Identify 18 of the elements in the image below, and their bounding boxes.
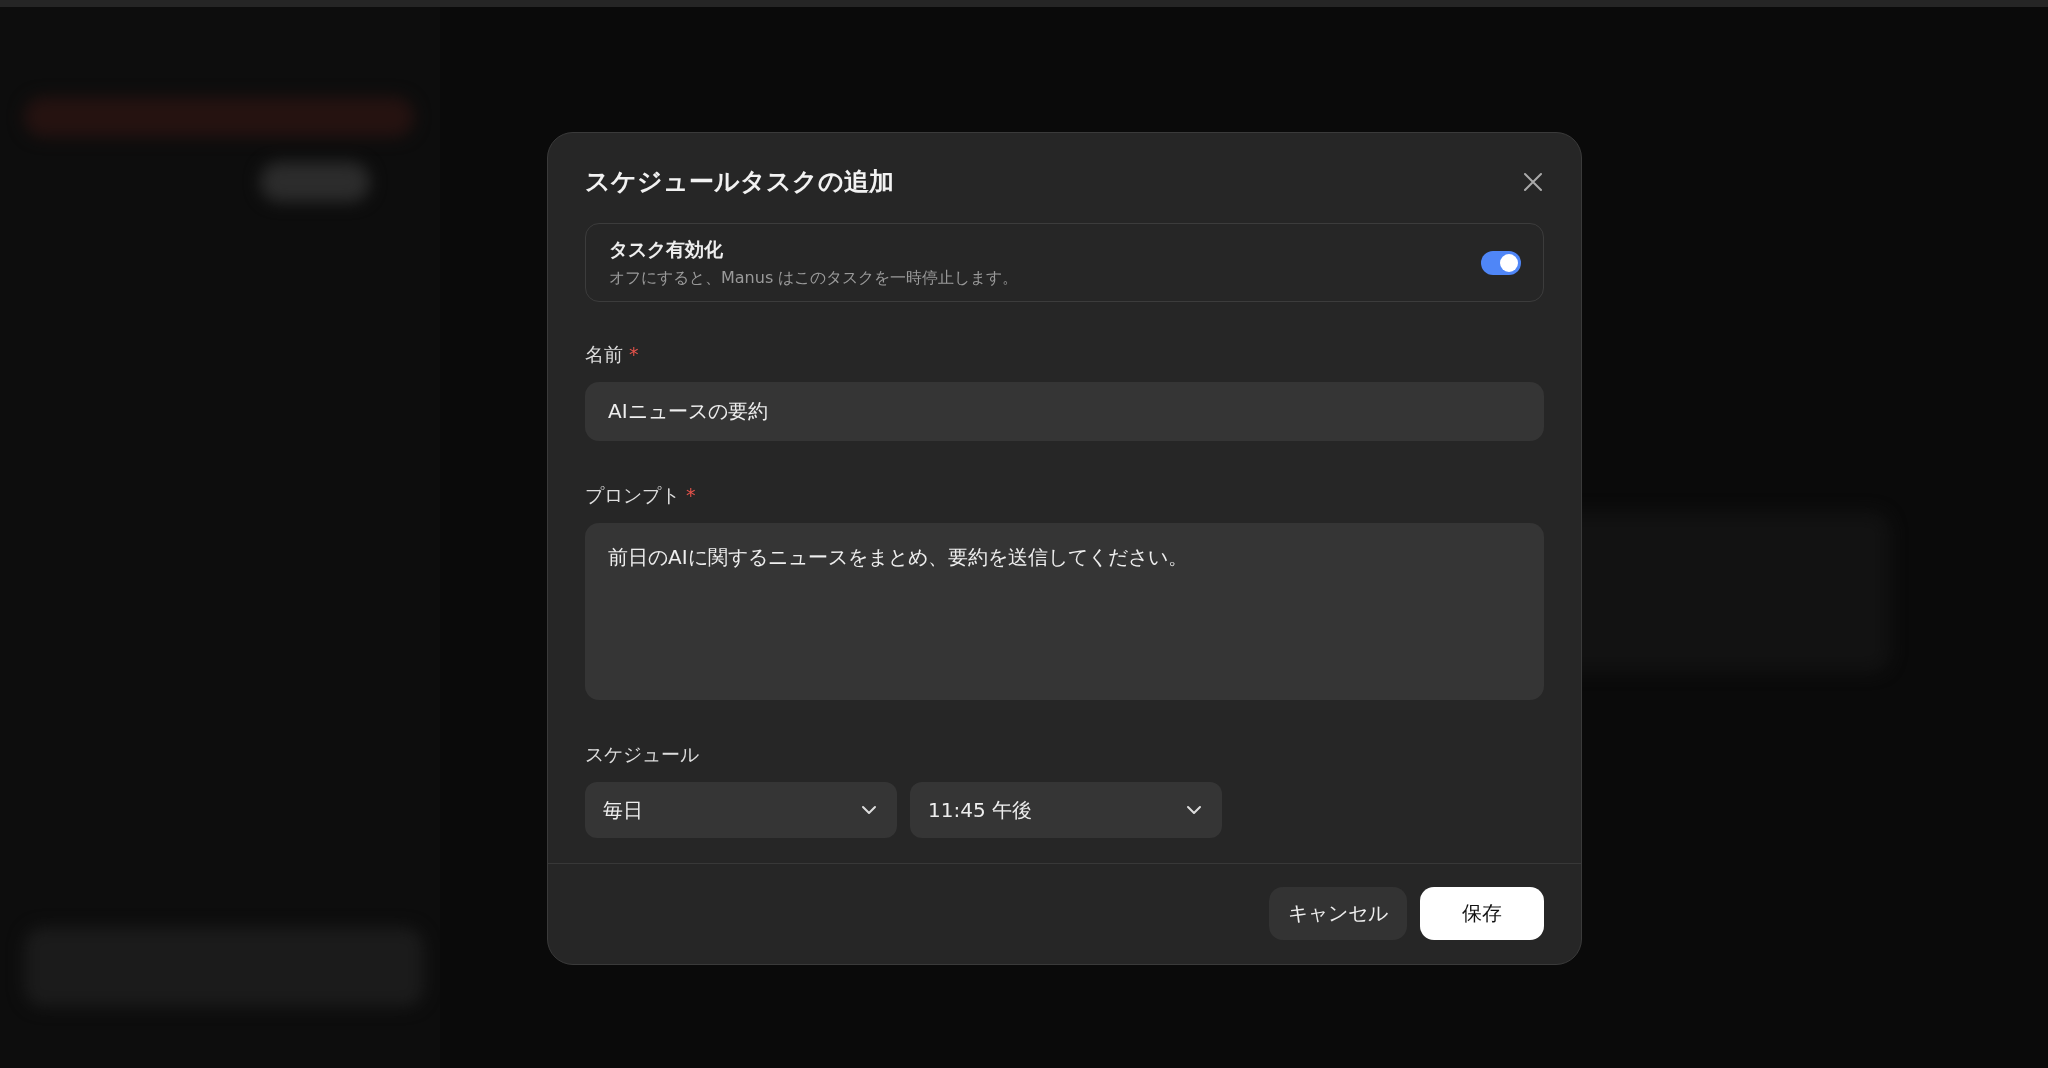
field-label: 名前 * — [585, 342, 640, 367]
dialog-title: スケジュールタスクの追加 — [585, 166, 894, 198]
field-label: プロンプト * — [585, 483, 697, 508]
chevron-down-icon — [1186, 805, 1202, 815]
chevron-down-icon — [861, 805, 877, 815]
toggle-switch[interactable] — [1481, 250, 1521, 275]
dropdown[interactable]: 毎日 — [585, 782, 897, 838]
toggle-label: タスク有効化 — [609, 236, 724, 262]
close-icon[interactable] — [1522, 170, 1544, 193]
required-marker: * — [629, 343, 639, 365]
save-button[interactable]: 保存 — [1420, 887, 1544, 940]
required-marker: * — [686, 484, 696, 506]
prompt-field[interactable]: 前日のAIに関するニュースをまとめ、要約を送信してください。 — [585, 523, 1544, 700]
dropdown[interactable]: 11:45 午後 — [910, 782, 1222, 838]
cancel-button[interactable]: キャンセル — [1269, 887, 1407, 940]
field-label: スケジュール — [585, 742, 700, 767]
name-field[interactable]: AIニュースの要約 — [585, 382, 1544, 441]
toggle-description: オフにすると、Manus はこのタスクを一時停止します。 — [609, 267, 1019, 289]
